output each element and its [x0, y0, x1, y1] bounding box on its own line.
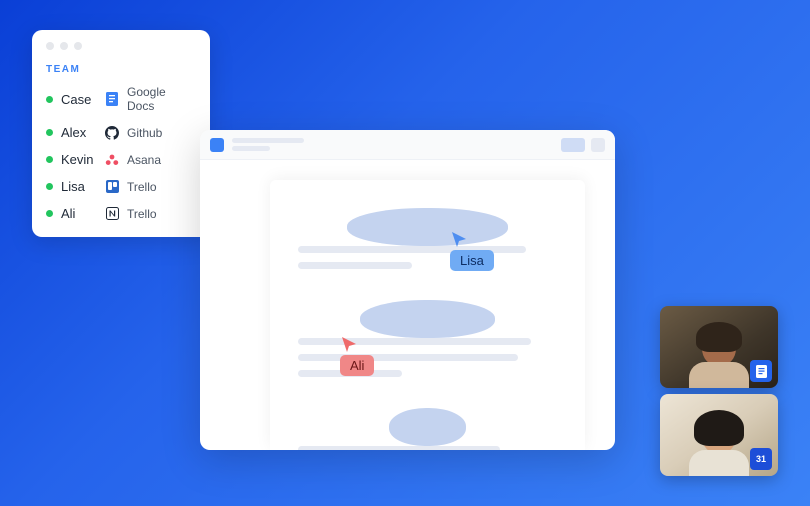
video-tile[interactable] — [660, 306, 778, 388]
doc-text-skeleton — [298, 262, 412, 269]
member-app-name: Trello — [127, 207, 157, 221]
github-icon — [105, 126, 119, 140]
status-online-dot — [46, 156, 53, 163]
doc-heading-skeleton — [389, 408, 467, 446]
team-member-row[interactable]: Lisa Trello — [46, 179, 196, 194]
team-member-row[interactable]: Case Google Docs — [46, 85, 196, 113]
participant-avatar — [684, 322, 754, 388]
collaborator-label: Ali — [340, 355, 374, 376]
status-online-dot — [46, 183, 53, 190]
status-online-dot — [46, 210, 53, 217]
doc-text-skeleton — [298, 446, 500, 450]
google-docs-icon — [750, 360, 772, 382]
member-app-name: Google Docs — [127, 85, 196, 113]
app-logo-icon — [210, 138, 224, 152]
google-calendar-icon: 31 — [750, 448, 772, 470]
collaborator-cursor-lisa: Lisa — [450, 230, 494, 271]
traffic-light-dot — [74, 42, 82, 50]
team-member-row[interactable]: Alex Github — [46, 125, 196, 140]
doc-text-skeleton — [298, 354, 518, 361]
cursor-icon — [450, 230, 468, 248]
team-member-row[interactable]: Kevin Asana — [46, 152, 196, 167]
toolbar-button[interactable] — [591, 138, 605, 152]
trello-icon — [105, 180, 119, 194]
notion-icon — [105, 207, 119, 221]
doc-heading-skeleton — [360, 300, 495, 338]
member-app-name: Github — [127, 126, 162, 140]
toolbar-button[interactable] — [561, 138, 585, 152]
status-online-dot — [46, 96, 53, 103]
toolbar-skeleton-line — [232, 138, 304, 143]
video-tile[interactable]: 31 — [660, 394, 778, 476]
member-name: Lisa — [61, 179, 97, 194]
asana-icon — [105, 153, 119, 167]
member-name: Alex — [61, 125, 97, 140]
google-docs-icon — [105, 92, 119, 106]
collaborator-cursor-ali: Ali — [340, 335, 374, 376]
participant-avatar — [684, 410, 754, 476]
member-name: Kevin — [61, 152, 97, 167]
browser-window — [200, 130, 615, 450]
calendar-day-number: 31 — [756, 454, 766, 464]
cursor-icon — [340, 335, 358, 353]
traffic-light-dot — [60, 42, 68, 50]
collaborator-label: Lisa — [450, 250, 494, 271]
document-page[interactable] — [270, 180, 585, 450]
member-name: Case — [61, 92, 97, 107]
member-name: Ali — [61, 206, 97, 221]
window-controls — [46, 42, 196, 50]
traffic-light-dot — [46, 42, 54, 50]
toolbar-skeleton-line — [232, 146, 270, 151]
member-app-name: Asana — [127, 153, 161, 167]
status-online-dot — [46, 129, 53, 136]
team-member-row[interactable]: Ali Trello — [46, 206, 196, 221]
doc-text-skeleton — [298, 338, 531, 345]
member-app-name: Trello — [127, 180, 157, 194]
browser-toolbar — [200, 130, 615, 160]
team-panel: TEAM Case Google Docs Alex Github Kevin … — [32, 30, 210, 237]
team-section-label: TEAM — [46, 64, 196, 75]
video-call-stack: 31 — [660, 306, 778, 476]
